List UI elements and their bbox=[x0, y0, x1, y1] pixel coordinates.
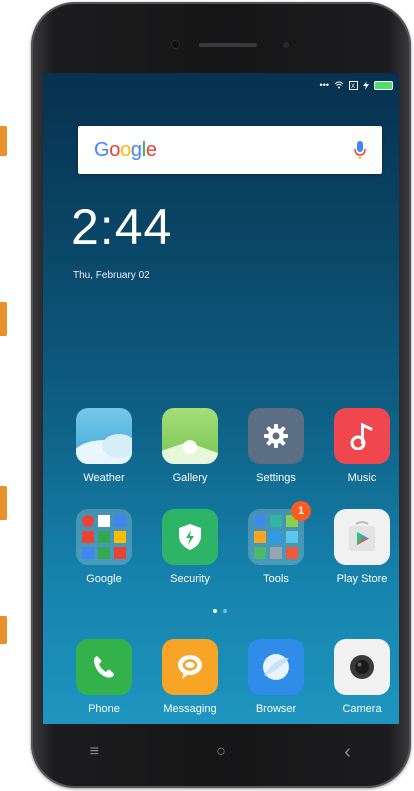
app-messaging[interactable]: Messaging bbox=[151, 639, 229, 715]
browser-icon bbox=[248, 639, 304, 695]
app-label: Messaging bbox=[163, 703, 217, 715]
app-label: Google bbox=[86, 573, 122, 585]
navigation-bar: ≡ ○ ‹ bbox=[31, 722, 411, 782]
front-camera bbox=[172, 41, 179, 48]
app-tools-folder[interactable]: 1 Tools bbox=[237, 501, 315, 585]
gallery-icon bbox=[162, 408, 218, 464]
side-mark bbox=[0, 486, 7, 520]
app-label: Settings bbox=[256, 472, 296, 484]
page-indicator bbox=[213, 609, 227, 613]
phone-device: ••• X Google 2:44 Thu, February 02 Weath… bbox=[31, 2, 411, 788]
google-logo: Google bbox=[94, 138, 157, 161]
side-mark bbox=[0, 616, 7, 644]
lock-clock: 2:44 bbox=[71, 199, 173, 255]
sim-icon: X bbox=[349, 80, 358, 90]
app-google-folder[interactable]: Google bbox=[65, 509, 143, 585]
app-phone[interactable]: Phone bbox=[65, 639, 143, 715]
app-label: Phone bbox=[88, 703, 120, 715]
charging-icon bbox=[363, 80, 369, 90]
battery-icon bbox=[374, 80, 393, 90]
signal-dots-icon: ••• bbox=[319, 80, 329, 90]
side-mark bbox=[0, 126, 7, 156]
wifi-icon bbox=[334, 81, 344, 89]
app-settings[interactable]: Settings bbox=[237, 408, 315, 484]
app-weather[interactable]: Weather bbox=[65, 408, 143, 484]
play-store-icon bbox=[334, 509, 390, 565]
app-label: Security bbox=[170, 573, 210, 585]
app-label: Play Store bbox=[336, 573, 388, 585]
home-button[interactable]: ○ bbox=[201, 743, 241, 761]
svg-text:X: X bbox=[351, 84, 355, 90]
weather-icon bbox=[76, 408, 132, 464]
menu-button[interactable]: ≡ bbox=[74, 743, 114, 761]
mic-icon[interactable] bbox=[354, 141, 366, 159]
phone-icon bbox=[76, 639, 132, 695]
app-label: Browser bbox=[255, 703, 297, 715]
notification-badge: 1 bbox=[291, 501, 311, 521]
google-folder-icon bbox=[76, 509, 132, 565]
app-label: Weather bbox=[83, 472, 125, 484]
message-bubble-icon bbox=[162, 639, 218, 695]
app-security[interactable]: Security bbox=[151, 509, 229, 585]
app-gallery[interactable]: Gallery bbox=[151, 408, 229, 484]
lock-date: Thu, February 02 bbox=[73, 270, 150, 281]
app-play-store[interactable]: Play Store bbox=[323, 509, 399, 585]
app-camera[interactable]: Camera bbox=[323, 639, 399, 715]
camera-icon bbox=[334, 639, 390, 695]
status-bar: ••• X bbox=[320, 80, 393, 90]
google-search-widget[interactable]: Google bbox=[78, 126, 382, 174]
earpiece bbox=[199, 43, 257, 47]
home-screen: ••• X Google 2:44 Thu, February 02 Weath… bbox=[43, 73, 399, 724]
shield-icon bbox=[162, 509, 218, 565]
app-label: Music bbox=[347, 472, 377, 484]
side-mark bbox=[0, 302, 7, 336]
app-browser[interactable]: Browser bbox=[237, 639, 315, 715]
proximity-sensor bbox=[283, 42, 289, 48]
app-music[interactable]: Music bbox=[323, 408, 399, 484]
app-label: Tools bbox=[263, 573, 289, 585]
app-label: Camera bbox=[342, 703, 382, 715]
app-label: Gallery bbox=[172, 472, 208, 484]
music-note-icon bbox=[334, 408, 390, 464]
gear-icon bbox=[248, 408, 304, 464]
back-button[interactable]: ‹ bbox=[328, 741, 368, 764]
